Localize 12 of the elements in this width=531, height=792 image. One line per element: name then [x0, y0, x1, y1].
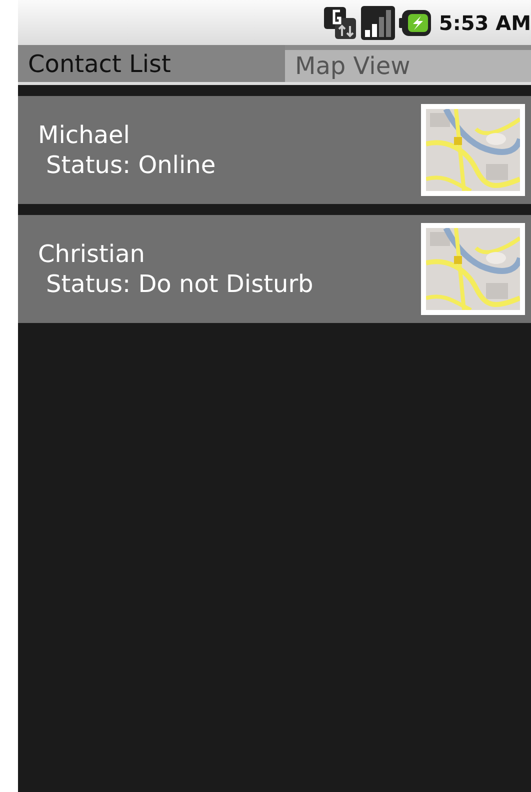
signal-icon — [360, 6, 395, 40]
contact-status: Status: Do not Disturb — [45, 269, 314, 299]
data-network-icon — [322, 6, 357, 40]
tab[interactable]: Contact List — [18, 45, 285, 82]
clock: 5:53 AM — [438, 10, 531, 36]
contact-row[interactable]: Christian Status: Do not Disturb — [18, 215, 531, 323]
battery-icon — [398, 8, 431, 36]
contact-row[interactable]: Michael Status: Online — [18, 96, 531, 204]
tab[interactable]: Map View — [285, 50, 531, 82]
contact-name: Michael — [38, 120, 131, 150]
contact-status: Status: Online — [45, 150, 216, 180]
contact-name: Christian — [38, 239, 146, 269]
